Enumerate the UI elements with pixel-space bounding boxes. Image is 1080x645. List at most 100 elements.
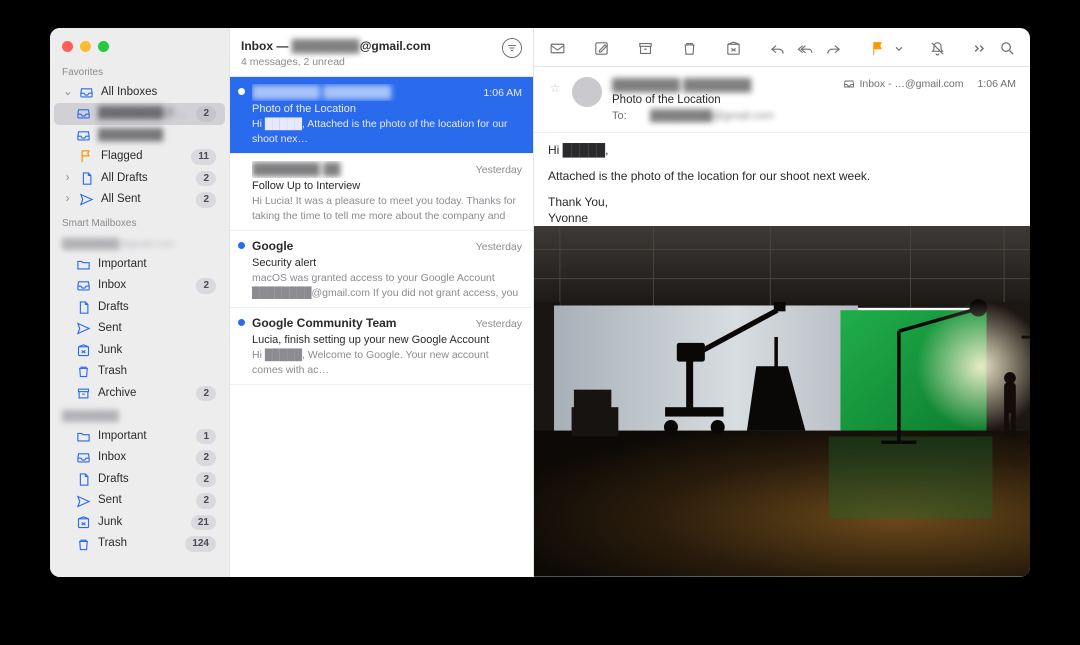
sidebar-item-drafts[interactable]: Drafts	[54, 297, 225, 319]
sidebar-item-label: Important	[98, 429, 189, 445]
chevron-down-icon: ⌄	[63, 85, 72, 101]
reader-subject: Photo of the Location	[612, 93, 833, 109]
sidebar-item-junk[interactable]: Junk	[54, 340, 225, 362]
sidebar-item-trash[interactable]: Trash 124	[54, 533, 225, 555]
studio-photo	[534, 226, 1030, 577]
message-list[interactable]: ████████ ████████1:06 AMPhoto of the Loc…	[230, 77, 533, 577]
message-time: Yesterday	[476, 163, 522, 177]
sidebar-item-all-drafts[interactable]: › All Drafts 2	[54, 168, 225, 190]
filter-icon	[507, 43, 517, 53]
sidebar-item-archive[interactable]: Archive2	[54, 383, 225, 405]
sidebar-item-important[interactable]: Important	[54, 254, 225, 276]
reply-icon	[769, 40, 786, 57]
message-time: Yesterday	[476, 240, 522, 254]
count-badge: 2	[196, 192, 216, 208]
junk-button[interactable]	[720, 37, 746, 59]
junk-icon	[725, 40, 742, 57]
flag-menu-button[interactable]	[892, 37, 906, 59]
forward-icon	[825, 40, 842, 57]
message-row[interactable]: ████████ ██YesterdayFollow Up to Intervi…	[230, 154, 533, 231]
reader-toolbar	[534, 28, 1030, 67]
reader-time: 1:06 AM	[977, 77, 1016, 91]
inbox-icon	[76, 450, 91, 465]
attachment-image[interactable]	[534, 226, 1030, 577]
search-button[interactable]	[994, 37, 1020, 59]
count-badge: 2	[196, 386, 216, 402]
sidebar-item-inbox[interactable]: Inbox 2	[54, 447, 225, 469]
inbox-icon	[843, 78, 855, 90]
count-badge: 2	[196, 472, 216, 488]
replyall-icon	[797, 40, 814, 57]
message-row[interactable]: GoogleYesterday Security alertmacOS was g…	[230, 231, 533, 308]
unread-dot-icon	[238, 88, 245, 95]
sidebar-item-trash[interactable]: Trash	[54, 361, 225, 383]
count-badge: 11	[191, 149, 216, 165]
message-snippet: Hi █████, Welcome to Google. Your new ac…	[252, 348, 522, 376]
inbox-icon	[76, 128, 91, 143]
message-subject: Security alert	[252, 256, 522, 271]
message-from: Google	[252, 238, 476, 254]
sidebar-item-label: ████████	[98, 128, 216, 144]
more-button[interactable]	[966, 37, 992, 59]
message-from: ████████ ██	[252, 161, 476, 177]
sidebar-item-label: Trash	[98, 536, 178, 552]
count-badge: 2	[196, 106, 216, 122]
message-subject: Photo of the Location	[252, 102, 522, 117]
message-list-panel: Inbox — ████████@gmail.com 4 messages, 2…	[230, 28, 534, 577]
sidebar-item-label: Important	[98, 257, 216, 273]
sidebar-child-account-1[interactable]: ████████	[54, 125, 225, 147]
redacted-group-header[interactable]: ████████	[50, 404, 229, 426]
count-badge: 2	[196, 450, 216, 466]
message-subject: Lucia, finish setting up your new Google…	[252, 333, 522, 348]
message-snippet: macOS was granted access to your Google …	[252, 271, 522, 299]
star-icon[interactable]: ☆	[548, 80, 562, 96]
count-badge: 124	[185, 536, 216, 552]
replyall-button[interactable]	[792, 37, 818, 59]
send-icon	[76, 494, 91, 509]
sidebar-item-sent[interactable]: Sent	[54, 318, 225, 340]
compose-button[interactable]	[588, 37, 614, 59]
folder-indicator: Inbox - …@gmail.com	[843, 77, 963, 91]
forward-button[interactable]	[820, 37, 846, 59]
delete-button[interactable]	[676, 37, 702, 59]
sidebar-item-all-sent[interactable]: › All Sent 2	[54, 189, 225, 211]
sidebar-item-label: Junk	[98, 515, 184, 531]
sidebar-item-label: Drafts	[98, 300, 216, 316]
message-row[interactable]: Google Community TeamYesterdayLucia, fin…	[230, 308, 533, 385]
folder-icon	[76, 257, 91, 272]
inbox-title: Inbox — ████████@gmail.com	[241, 38, 502, 54]
minimize-dot[interactable]	[80, 41, 91, 52]
account-header[interactable]: ████████@gmail.com	[50, 232, 229, 254]
message-list-header: Inbox — ████████@gmail.com 4 messages, 2…	[230, 28, 533, 77]
archive-button[interactable]	[632, 37, 658, 59]
archive-icon	[637, 40, 654, 57]
message-from: Google Community Team	[252, 315, 476, 331]
compose-icon	[593, 40, 610, 57]
trash-icon	[681, 40, 698, 57]
doc-icon	[79, 171, 94, 186]
close-dot[interactable]	[62, 41, 73, 52]
reply-button[interactable]	[764, 37, 790, 59]
sidebar-item-label: Inbox	[98, 450, 189, 466]
sidebar-item-important[interactable]: Important1	[54, 426, 225, 448]
sidebar-item-sent[interactable]: Sent2	[54, 490, 225, 512]
sidebar-item-junk[interactable]: Junk21	[54, 512, 225, 534]
sidebar-item-flagged[interactable]: Flagged 11	[54, 146, 225, 168]
chevron-right-icon: ›	[63, 192, 72, 208]
sidebar-item-label: All Inboxes	[101, 85, 216, 101]
flag-icon	[869, 40, 886, 57]
zoom-dot[interactable]	[98, 41, 109, 52]
sidebar-item-all-inboxes[interactable]: ⌄ All Inboxes	[54, 82, 225, 104]
flag-button[interactable]	[864, 37, 890, 59]
mute-button[interactable]	[924, 37, 950, 59]
sidebar-item-label: All Sent	[101, 192, 189, 208]
sidebar-child-account-0[interactable]: ████████@g... 2	[54, 103, 225, 125]
window-traffic-lights	[50, 28, 229, 60]
sidebar-item-inbox[interactable]: Inbox2	[54, 275, 225, 297]
filter-button[interactable]	[502, 38, 522, 58]
message-row[interactable]: ████████ ████████1:06 AMPhoto of the Loc…	[230, 77, 533, 154]
sidebar-item-drafts[interactable]: Drafts2	[54, 469, 225, 491]
markread-button[interactable]	[544, 37, 570, 59]
inbox-icon	[79, 85, 94, 100]
mail-window: Favorites ⌄ All Inboxes ████████@g... 2 …	[50, 28, 1030, 577]
